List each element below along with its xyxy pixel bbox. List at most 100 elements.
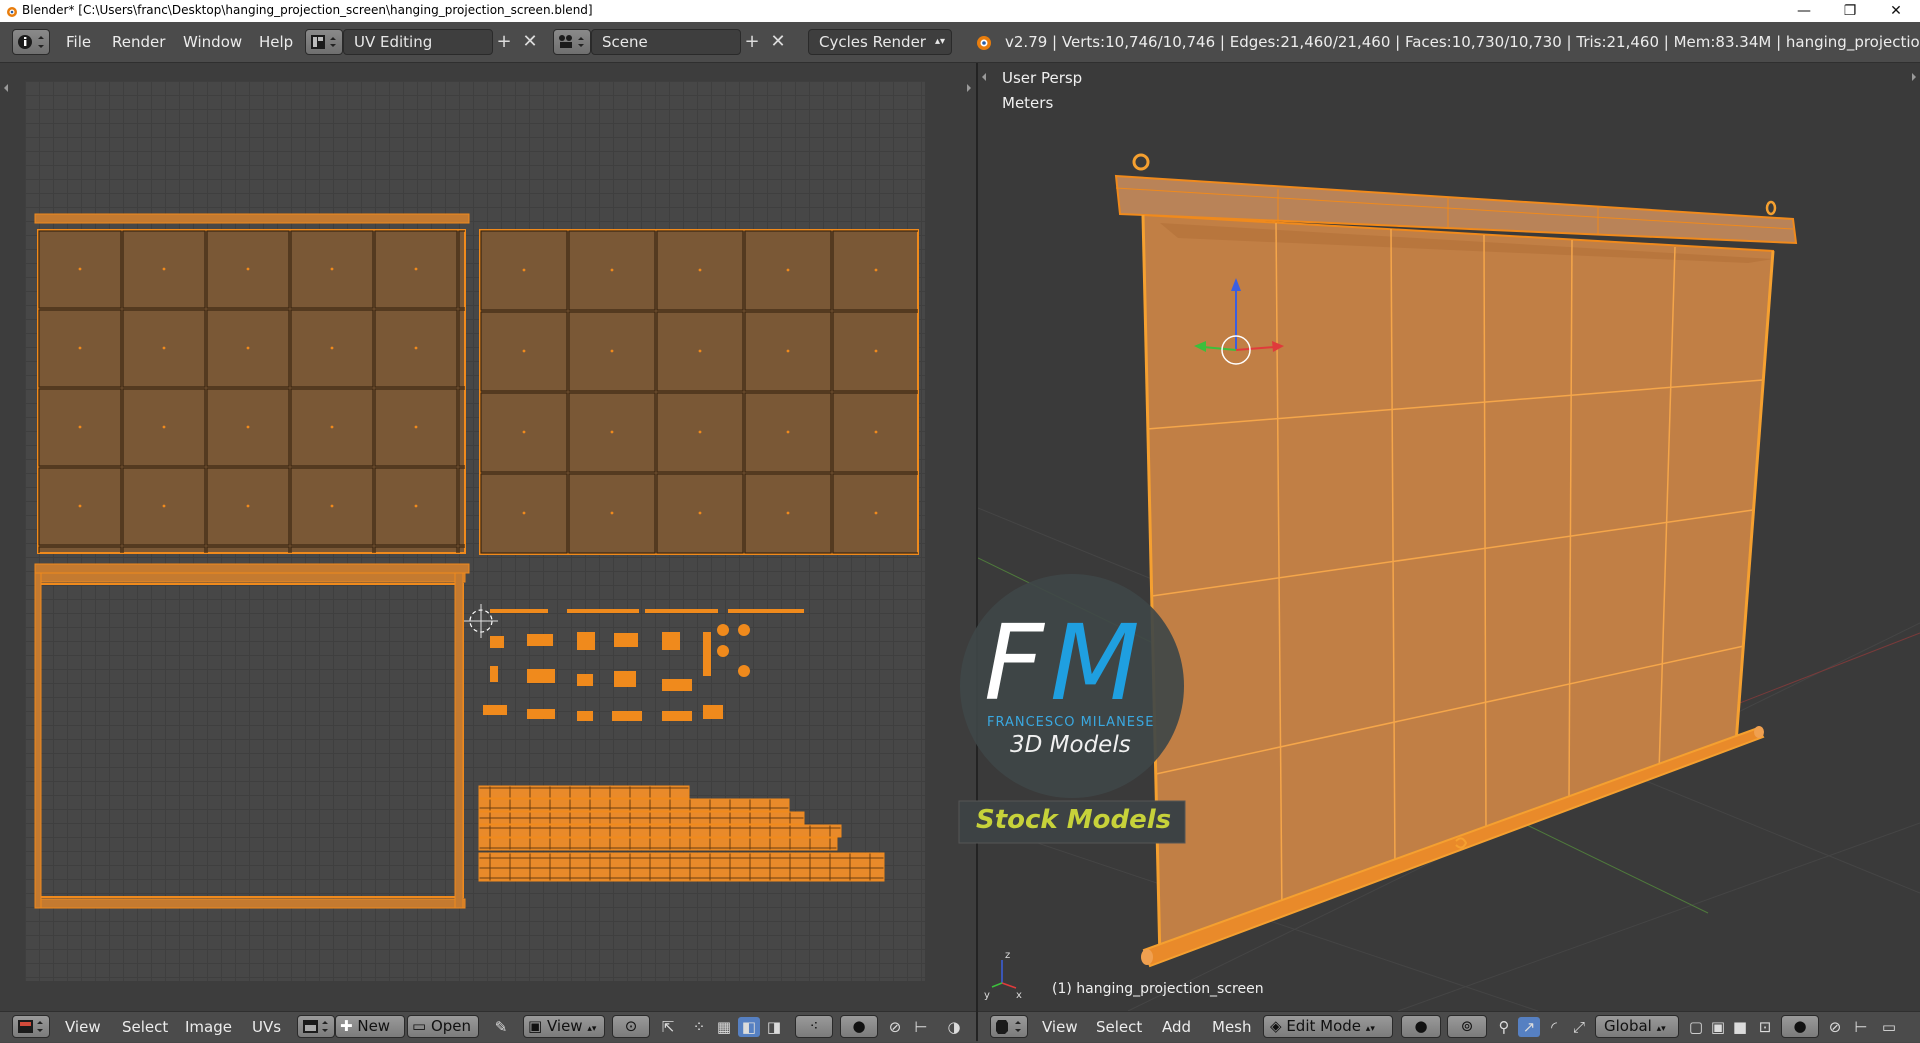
pivot-point-select[interactable]: ⊙ (612, 1015, 650, 1038)
new-image-label: New (357, 1017, 391, 1035)
proportional-edit-select[interactable]: ● (840, 1015, 878, 1038)
layout-icon (311, 35, 336, 49)
info-header: File Render Window Help UV Editing + ✕ S… (0, 22, 1920, 63)
uv-layout[interactable] (0, 63, 976, 1011)
3d-menu-select[interactable]: Select (1096, 1018, 1142, 1036)
interaction-mode-select[interactable]: ◈ Edit Mode ▴▾ (1263, 1015, 1393, 1038)
image-editor-icon (18, 1020, 43, 1033)
select-arrows-icon: ▴▾ (587, 1024, 597, 1034)
select-face-icon[interactable]: ◧ (738, 1017, 760, 1037)
minimize-button[interactable]: — (1781, 0, 1827, 22)
image-browse-icon (303, 1020, 328, 1033)
francesco-milanese-logo: F M FRANCESCO MILANESE 3D Models Stock M… (958, 572, 1186, 844)
rotate-manipulator-icon[interactable]: ◜ (1543, 1017, 1565, 1037)
close-window-button[interactable]: ✕ (1873, 0, 1919, 22)
snap-3d-icon[interactable]: ⊘ (1824, 1017, 1846, 1037)
uv-menu-select[interactable]: Select (122, 1018, 168, 1036)
pivot-3d-icon: ⊚ (1460, 1017, 1474, 1035)
screen-layout-browse-button[interactable] (305, 29, 343, 55)
proportional-3d-icon: ● (1793, 1017, 1807, 1035)
logo-initial-m: M (1050, 602, 1140, 724)
render-engine-select[interactable]: Cycles Render ▴▾ (808, 29, 952, 55)
menu-window[interactable]: Window (183, 33, 242, 51)
view-mode-label: View (546, 1017, 583, 1035)
image-browse-button[interactable] (297, 1015, 335, 1038)
svg-text:x: x (1016, 990, 1022, 1001)
menu-help[interactable]: Help (259, 33, 293, 51)
blender-logo-icon (7, 7, 17, 17)
select-vertex-mode-icon[interactable]: ▢ (1685, 1017, 1707, 1037)
sticky-select-mode[interactable]: ⁖ (795, 1015, 833, 1038)
new-image-button[interactable]: ✚ New (335, 1015, 405, 1038)
region-toggle-left-icon[interactable] (4, 84, 8, 92)
select-face-mode-icon[interactable]: ■ (1729, 1017, 1751, 1037)
logo-initial-f: F (984, 602, 1044, 724)
select-island-icon[interactable]: ◨ (763, 1017, 785, 1037)
3d-menu-view[interactable]: View (1042, 1018, 1078, 1036)
uv-island-small-parts[interactable] (483, 609, 804, 721)
edit-mode-icon: ◈ (1270, 1017, 1282, 1035)
manipulator-toggle-icon[interactable]: ⚲ (1493, 1017, 1515, 1037)
pin-icon[interactable]: ✎ (490, 1017, 512, 1037)
menu-render[interactable]: Render (112, 33, 165, 51)
select-arrows-icon: ▴▾ (1365, 1024, 1375, 1034)
svg-text:y: y (984, 990, 990, 1001)
active-object-label: (1) hanging_projection_screen (1052, 981, 1264, 997)
select-edge-mode-icon[interactable]: ▣ (1707, 1017, 1729, 1037)
uv-island-top-right[interactable] (479, 229, 919, 555)
3d-menu-add[interactable]: Add (1162, 1018, 1191, 1036)
uv-island-top-left[interactable] (34, 213, 470, 574)
viewport-shading-select[interactable]: ● (1401, 1015, 1441, 1038)
transform-orientation-select[interactable]: Global ▴▾ (1595, 1015, 1679, 1038)
3d-menu-mesh[interactable]: Mesh (1212, 1018, 1252, 1036)
render-preview-icon[interactable]: ◑ (943, 1017, 965, 1037)
region-toggle-properties-icon[interactable] (1912, 73, 1916, 81)
snap-element-3d-icon[interactable]: ⊢ (1850, 1017, 1872, 1037)
select-arrows-icon: ▴▾ (1656, 1024, 1666, 1034)
uv-island-strips[interactable] (478, 785, 885, 882)
region-toggle-tools-icon[interactable] (982, 73, 986, 81)
select-vertex-icon[interactable]: ⁘ (688, 1017, 710, 1037)
sync-selection-icon[interactable]: ⇱ (657, 1017, 679, 1037)
open-image-button[interactable]: ▭ Open (407, 1015, 479, 1038)
scale-manipulator-icon[interactable]: ⤢ (1568, 1017, 1590, 1037)
menu-file[interactable]: File (66, 33, 91, 51)
view-mode-select[interactable]: ▣ View ▴▾ (523, 1015, 605, 1038)
editor-type-uv-button[interactable] (12, 1015, 50, 1038)
uv-menu-image[interactable]: Image (185, 1018, 232, 1036)
proportional-edit-3d-select[interactable]: ● (1781, 1015, 1819, 1038)
render-3d-icon[interactable]: ▭ (1878, 1017, 1900, 1037)
scene-browse-button[interactable] (553, 29, 591, 55)
limit-selection-icon[interactable]: ⊡ (1754, 1017, 1776, 1037)
info-icon (18, 35, 44, 49)
remove-scene-icon[interactable]: ✕ (768, 31, 788, 53)
add-layout-icon[interactable]: + (494, 31, 514, 53)
editor-type-info-button[interactable] (12, 29, 50, 55)
select-edge-icon[interactable]: ▦ (713, 1017, 735, 1037)
screen-layout-field[interactable]: UV Editing (343, 29, 493, 55)
proportional-icon: ● (852, 1017, 866, 1035)
translate-manipulator-icon[interactable]: ↗ (1518, 1017, 1540, 1037)
add-scene-icon[interactable]: + (742, 31, 762, 53)
uv-menu-view[interactable]: View (65, 1018, 101, 1036)
snap-element-icon[interactable]: ⊢ (910, 1017, 932, 1037)
editor-type-3d-button[interactable] (990, 1015, 1028, 1038)
3d-viewport[interactable]: User Persp Meters z x y (1) hanging_proj… (978, 63, 1920, 1011)
projection-screen-mesh[interactable] (1114, 153, 1798, 968)
pivot-point-3d-select[interactable]: ⊚ (1447, 1015, 1487, 1038)
uv-menu-uvs[interactable]: UVs (252, 1018, 281, 1036)
viewport-scene[interactable]: z x y (978, 63, 1920, 1011)
uv-image-editor[interactable] (0, 63, 976, 1011)
interaction-mode-label: Edit Mode (1286, 1017, 1362, 1035)
snap-icon[interactable]: ⊘ (884, 1017, 906, 1037)
remove-layout-icon[interactable]: ✕ (520, 31, 540, 53)
scene-field[interactable]: Scene (591, 29, 741, 55)
scene-icon (559, 35, 584, 48)
orientation-label: Global (1604, 1017, 1652, 1035)
blender-logo-icon (977, 36, 991, 50)
restore-button[interactable]: ❐ (1827, 0, 1873, 22)
view-mode-icon: ▣ (528, 1017, 543, 1035)
select-arrows-icon: ▴▾ (934, 36, 945, 47)
uv-island-bottom-left[interactable] (34, 572, 466, 909)
region-toggle-right-icon[interactable] (967, 84, 971, 92)
